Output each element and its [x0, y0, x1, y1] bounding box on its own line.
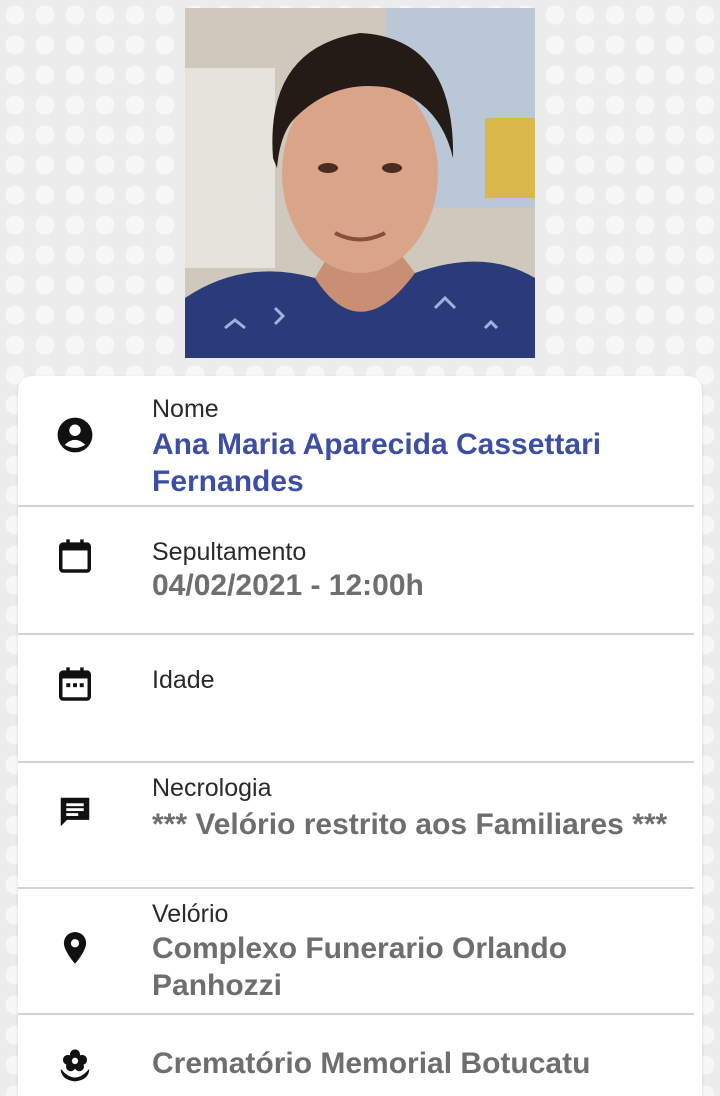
idade-label: Idade — [152, 666, 215, 694]
row-necrologia: Necrologia *** Velório restrito aos Fami… — [18, 763, 694, 889]
calendar-dots-icon — [56, 665, 94, 703]
row-nome: Nome Ana Maria Aparecida Cassettari Fern… — [18, 376, 694, 507]
flower-icon — [56, 1045, 94, 1083]
velorio-label: Velório — [152, 900, 229, 928]
necrologia-value: *** Velório restrito aos Familiares *** — [152, 808, 668, 841]
row-velorio: Velório Complexo Funerario Orlando Panho… — [18, 889, 694, 1015]
details-card: Nome Ana Maria Aparecida Cassettari Fern… — [18, 376, 702, 1096]
message-icon — [56, 793, 94, 831]
row-sepultamento: Sepultamento 04/02/2021 - 12:00h — [18, 507, 694, 635]
row-idade: Idade — [18, 635, 694, 763]
sepultamento-label: Sepultamento — [152, 538, 307, 566]
nome-value: Ana Maria Aparecida Cassettari Fernandes — [152, 428, 602, 498]
nome-label: Nome — [152, 395, 219, 423]
portrait-photo — [185, 8, 535, 358]
location-pin-icon — [56, 929, 94, 967]
necrologia-label: Necrologia — [152, 774, 272, 802]
account-circle-icon — [56, 416, 94, 454]
velorio-value: Complexo Funerario Orlando Panhozzi — [152, 932, 568, 1002]
cremacao-value: Crematório Memorial Botucatu — [152, 1047, 591, 1080]
calendar-icon — [56, 537, 94, 575]
sepultamento-value: 04/02/2021 - 12:00h — [152, 569, 424, 602]
row-cremacao: Crematório Memorial Botucatu — [18, 1015, 694, 1096]
